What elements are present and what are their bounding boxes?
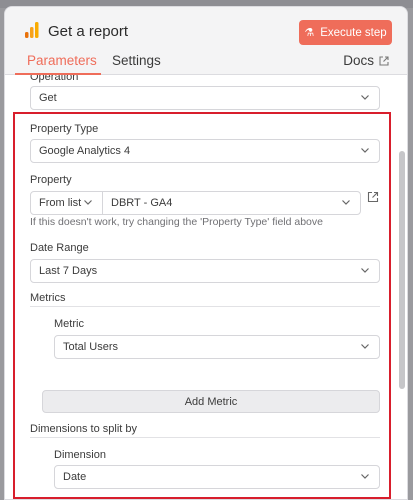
property-type-label: Property Type	[30, 123, 99, 135]
analytics-bars-icon	[25, 22, 39, 38]
property-hint: If this doesn't work, try changing the '…	[30, 216, 323, 228]
date-range-label: Date Range	[30, 242, 89, 254]
property-mode-select[interactable]: From list	[30, 191, 103, 215]
docs-label: Docs	[343, 53, 374, 68]
dimension-select[interactable]: Date	[54, 465, 380, 489]
metrics-section-label: Metrics	[30, 292, 66, 304]
dimension-value: Date	[63, 471, 87, 483]
metric-select[interactable]: Total Users	[54, 335, 380, 359]
chevron-down-icon	[84, 200, 92, 205]
scrollbar-thumb[interactable]	[399, 151, 405, 389]
property-value: DBRT - GA4	[111, 197, 173, 209]
property-label: Property	[30, 174, 72, 186]
chevron-down-icon	[342, 200, 350, 205]
property-type-value: Google Analytics 4	[39, 145, 131, 157]
operation-value: Get	[39, 92, 57, 104]
external-link-icon	[379, 55, 389, 66]
chevron-down-icon	[361, 268, 369, 273]
property-mode-value: From list	[39, 197, 82, 209]
date-range-value: Last 7 Days	[39, 265, 98, 277]
tab-parameters[interactable]: Parameters	[27, 53, 97, 68]
metric-label: Metric	[54, 318, 84, 330]
metric-value: Total Users	[63, 341, 119, 353]
operation-select[interactable]: Get	[30, 86, 380, 110]
metrics-divider	[30, 306, 380, 307]
property-select[interactable]: DBRT - GA4	[102, 191, 361, 215]
panel-header: Get a report ⚗ Execute step Parameters S…	[5, 7, 407, 75]
parameters-scroll-area[interactable]: Operation Get Property Type Google Analy…	[5, 75, 407, 499]
dimensions-section-label: Dimensions to split by	[30, 423, 137, 435]
execute-step-label: Execute step	[320, 26, 387, 39]
dimensions-divider	[30, 437, 380, 438]
date-range-select[interactable]: Last 7 Days	[30, 259, 380, 283]
chevron-down-icon	[361, 474, 369, 479]
docs-link[interactable]: Docs	[343, 53, 389, 68]
open-property-external-icon[interactable]	[367, 191, 379, 203]
chevron-down-icon	[361, 95, 369, 100]
property-type-select[interactable]: Google Analytics 4	[30, 139, 380, 163]
tab-settings[interactable]: Settings	[112, 53, 161, 68]
operation-label: Operation	[30, 75, 79, 83]
tab-bar: Parameters Settings Docs	[5, 51, 407, 75]
node-details-panel: Get a report ⚗ Execute step Parameters S…	[4, 6, 408, 500]
header-title-row: Get a report ⚗ Execute step	[5, 17, 407, 47]
chevron-down-icon	[361, 344, 369, 349]
execute-step-button[interactable]: ⚗ Execute step	[299, 20, 392, 45]
node-title: Get a report	[48, 23, 129, 40]
chevron-down-icon	[361, 148, 369, 153]
flask-icon: ⚗	[304, 27, 315, 39]
dimension-label: Dimension	[54, 449, 106, 461]
add-metric-button[interactable]: Add Metric	[42, 390, 380, 413]
